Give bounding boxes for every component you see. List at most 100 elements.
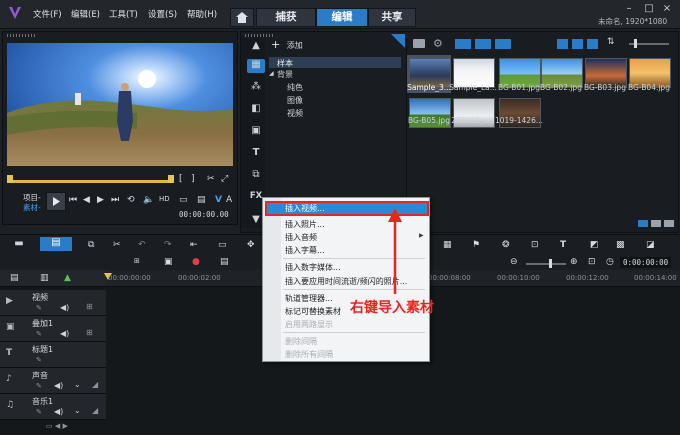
maximize-button[interactable]: □ bbox=[642, 3, 656, 15]
track-title[interactable]: T 标题1 ✎ bbox=[0, 342, 106, 368]
bracket-out-icon[interactable]: ] bbox=[191, 174, 195, 184]
color-icon[interactable]: ▩ bbox=[616, 240, 625, 250]
resize-icon[interactable]: ⤢ bbox=[221, 174, 228, 184]
zoom-slider-handle[interactable] bbox=[634, 39, 637, 48]
list-view-button[interactable] bbox=[557, 39, 568, 49]
track-video[interactable]: ▶ 视频 ✎ ◀) ⊞ bbox=[0, 290, 106, 316]
repeat-icon[interactable]: ⟲ bbox=[127, 195, 135, 205]
fade-icon[interactable]: ◢ bbox=[92, 380, 98, 389]
grid-view-button[interactable] bbox=[587, 39, 598, 49]
menu-item-mark-replaceable[interactable]: 标记可替换素材 bbox=[285, 306, 341, 317]
tab-edit[interactable]: 编辑 bbox=[316, 8, 368, 27]
tab-capture[interactable]: 捕获 bbox=[256, 8, 316, 27]
capture-icon[interactable]: ▣ bbox=[164, 257, 173, 267]
record-voice-icon[interactable]: ● bbox=[192, 257, 200, 267]
pin-panel-icon[interactable] bbox=[391, 34, 405, 48]
thumbnail-view-button[interactable] bbox=[572, 39, 583, 49]
menu-settings[interactable]: 设置(S) bbox=[148, 8, 177, 20]
volume-icon[interactable]: ◀) bbox=[60, 303, 69, 312]
paint-icon[interactable]: ❂ bbox=[502, 240, 510, 250]
trim-marker-start[interactable] bbox=[7, 175, 13, 183]
trim-marker-end[interactable] bbox=[168, 175, 174, 183]
text-a-icon[interactable]: A bbox=[226, 195, 232, 205]
mix-icon[interactable]: ▤ bbox=[220, 257, 229, 267]
screen-icon[interactable]: ▭ bbox=[218, 240, 227, 250]
import-folder-icon[interactable] bbox=[413, 39, 425, 48]
library-option-icon[interactable] bbox=[664, 220, 674, 227]
graphics-icon[interactable]: ⧉ bbox=[247, 169, 265, 183]
volume-icon[interactable]: ◀) bbox=[54, 407, 63, 416]
tree-item-video[interactable]: 视频 bbox=[287, 108, 303, 119]
close-button[interactable]: × bbox=[660, 3, 674, 15]
grid-icon[interactable]: ⊞ bbox=[86, 328, 93, 337]
volume-icon[interactable]: ◀) bbox=[54, 381, 63, 390]
display-mode-icon[interactable]: ▤ bbox=[197, 195, 206, 205]
track-overlay[interactable]: ▣ 叠加1 ✎ ◀) ⊞ bbox=[0, 316, 106, 342]
menu-tools[interactable]: 工具(T) bbox=[109, 8, 138, 20]
tools-icon[interactable]: ✂ bbox=[113, 240, 121, 250]
text-v-icon[interactable]: V bbox=[215, 195, 222, 205]
track-voice[interactable]: ♪ 声音 ✎ ◀) ⌄ ◢ bbox=[0, 368, 106, 394]
instant-project-icon[interactable]: ⁂ bbox=[247, 81, 265, 95]
menu-item-insert-digital-media[interactable]: 插入数字媒体... bbox=[285, 262, 341, 273]
undo-icon[interactable]: ↶ bbox=[138, 240, 146, 250]
menu-file[interactable]: 文件(F) bbox=[33, 8, 62, 20]
filter-audio-button[interactable] bbox=[495, 39, 511, 49]
chevron-down-icon[interactable]: ⌄ bbox=[74, 406, 81, 415]
menu-item-insert-photo[interactable]: 插入照片... bbox=[285, 219, 325, 230]
lock-icon[interactable]: ✎ bbox=[36, 382, 42, 390]
filter-video-button[interactable] bbox=[455, 39, 471, 49]
previous-frame-icon[interactable]: ◀ bbox=[83, 195, 90, 205]
track-scroll-controls[interactable]: ▭ ◀ ▶ bbox=[46, 422, 86, 431]
text-tool-icon[interactable]: T bbox=[247, 147, 265, 161]
menu-item-insert-subtitle[interactable]: 插入字幕... bbox=[285, 245, 325, 256]
menu-item-insert-audio[interactable]: 插入音频 bbox=[285, 232, 317, 243]
scrub-track[interactable] bbox=[11, 180, 171, 183]
minimize-button[interactable]: – bbox=[622, 3, 636, 15]
lock-icon[interactable]: ✎ bbox=[36, 408, 42, 416]
lock-icon[interactable]: ✎ bbox=[36, 356, 42, 364]
subtitle-icon[interactable]: ▦ bbox=[443, 240, 452, 250]
mask-icon[interactable]: ◩ bbox=[590, 240, 599, 250]
title-t-icon[interactable]: T bbox=[560, 240, 566, 250]
title-template-icon[interactable]: ▣ bbox=[247, 125, 265, 139]
add-folder-button[interactable]: + 添加 bbox=[271, 38, 303, 51]
lock-icon[interactable]: ✎ bbox=[36, 304, 42, 312]
split-clip-icon[interactable]: ✂ bbox=[207, 174, 215, 184]
go-to-end-icon[interactable]: ⏭ bbox=[111, 195, 119, 205]
go-to-start-icon[interactable]: ⏮ bbox=[69, 195, 77, 205]
aspect-ratio-icon[interactable]: ▭ bbox=[179, 195, 188, 205]
hd-preview-icon[interactable]: HD bbox=[159, 195, 170, 203]
zoom-out-icon[interactable]: ⊖ bbox=[510, 257, 518, 267]
media-category-icon[interactable]: ▦ bbox=[247, 59, 265, 73]
fit-icon[interactable]: ⇤ bbox=[190, 240, 198, 250]
clock-icon[interactable]: ◷ bbox=[606, 257, 614, 267]
motion-icon[interactable]: ⚑ bbox=[472, 240, 480, 250]
fade-icon[interactable]: ◢ bbox=[92, 406, 98, 415]
bracket-in-icon[interactable]: [ bbox=[179, 174, 183, 184]
timeline-view-button[interactable]: ▤ bbox=[40, 237, 72, 251]
volume-icon[interactable]: 🔈 bbox=[143, 195, 154, 205]
tree-item-image[interactable]: 图像 bbox=[287, 95, 303, 106]
lock-icon[interactable]: ✎ bbox=[36, 330, 42, 338]
scroll-up-icon[interactable]: ▲ bbox=[247, 40, 265, 54]
chapter-icon[interactable]: ▥ bbox=[40, 273, 49, 283]
grid-icon[interactable]: ⊞ bbox=[86, 302, 93, 311]
sort-icon[interactable]: ⇅ bbox=[607, 37, 615, 47]
timeline-timecode[interactable]: 0:00:00:00 bbox=[620, 257, 672, 268]
next-frame-icon[interactable]: ▶ bbox=[97, 195, 104, 205]
crop-icon[interactable]: ⊡ bbox=[531, 240, 539, 250]
chevron-down-icon[interactable]: ⌄ bbox=[74, 380, 81, 389]
track-music[interactable]: ♫ 音乐1 ✎ ◀) ⌄ ◢ bbox=[0, 394, 106, 420]
fullscreen-icon[interactable]: ◪ bbox=[646, 240, 655, 250]
transition-icon[interactable]: ◧ bbox=[247, 103, 265, 117]
menu-item-track-manager[interactable]: 轨道管理器... bbox=[285, 293, 333, 304]
ripple-icon[interactable]: ▲ bbox=[64, 273, 71, 283]
timeline-zoom-slider[interactable] bbox=[526, 263, 566, 265]
volume-icon[interactable]: ◀) bbox=[60, 329, 69, 338]
tree-expand-icon[interactable]: ◢ bbox=[269, 70, 274, 77]
filter-photo-button[interactable] bbox=[475, 39, 491, 49]
menu-edit[interactable]: 编辑(E) bbox=[71, 8, 100, 20]
duplicate-icon[interactable]: ⧉ bbox=[88, 240, 94, 250]
record-icon[interactable]: ⊞ bbox=[134, 257, 140, 265]
